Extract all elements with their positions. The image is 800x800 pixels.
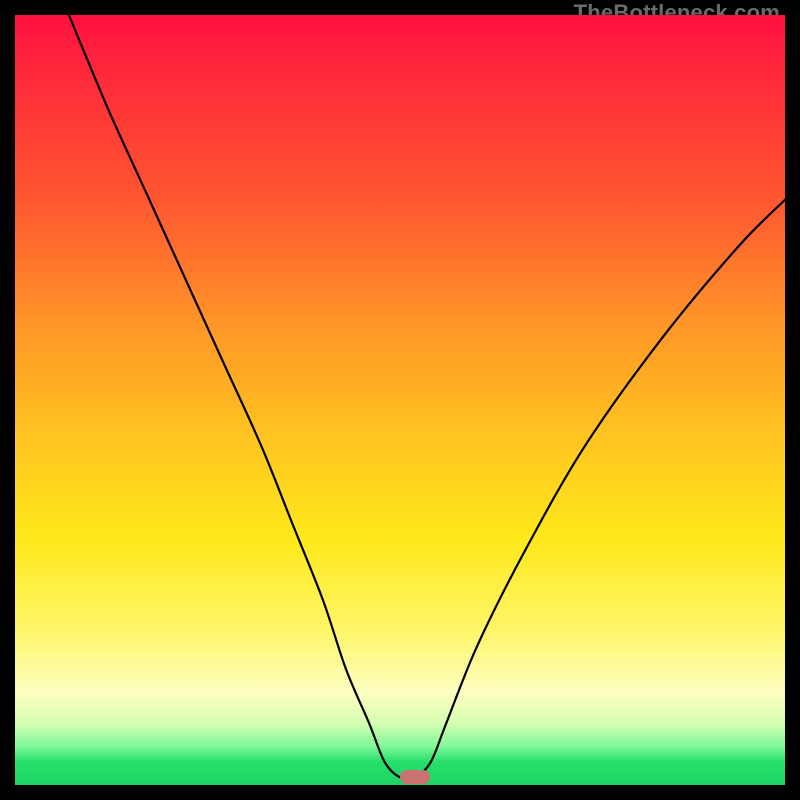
optimal-marker bbox=[400, 770, 430, 784]
plot-area bbox=[15, 15, 785, 785]
bottleneck-curve bbox=[15, 15, 785, 785]
chart-stage: TheBottleneck.com bbox=[0, 0, 800, 800]
